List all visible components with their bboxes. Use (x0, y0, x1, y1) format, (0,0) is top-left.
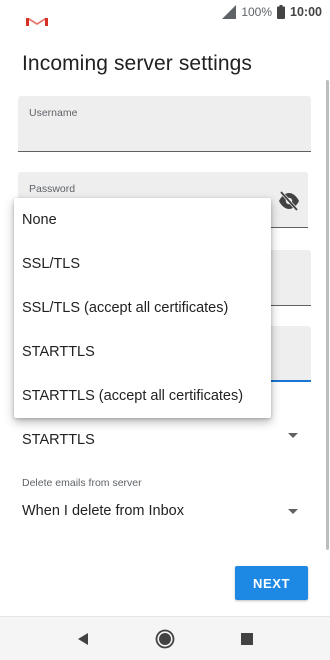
gmail-logo-icon (26, 18, 48, 26)
scrollbar[interactable] (326, 80, 329, 550)
delete-emails-value[interactable]: When I delete from Inbox (22, 503, 184, 519)
visibility-off-icon[interactable] (278, 191, 300, 211)
security-type-menu: None SSL/TLS SSL/TLS (accept all certifi… (14, 198, 271, 418)
status-time: 10:00 (290, 5, 322, 19)
menu-item-starttls-accept-all[interactable]: STARTTLS (accept all certificates) (14, 374, 271, 418)
home-button[interactable] (153, 627, 177, 651)
page-title: Incoming server settings (22, 52, 252, 75)
status-indicators: 100% 10:00 (222, 3, 322, 21)
menu-item-none[interactable]: None (14, 198, 271, 242)
battery-percent: 100% (241, 5, 273, 19)
username-label: Username (29, 107, 78, 119)
recents-icon (241, 633, 253, 645)
navigation-bar (0, 616, 330, 660)
delete-emails-label: Delete emails from server (22, 477, 142, 489)
menu-item-starttls[interactable]: STARTTLS (14, 330, 271, 374)
battery-icon (277, 5, 286, 19)
next-button[interactable]: NEXT (235, 566, 308, 600)
password-label: Password (29, 183, 76, 195)
home-icon (155, 629, 175, 649)
security-type-value[interactable]: STARTTLS (22, 432, 95, 448)
back-button[interactable] (71, 627, 95, 651)
signal-icon (222, 5, 237, 19)
username-field[interactable]: Username (18, 96, 311, 152)
security-dropdown-arrow-icon[interactable] (288, 433, 298, 438)
menu-item-ssl-tls[interactable]: SSL/TLS (14, 242, 271, 286)
back-icon (78, 633, 88, 645)
delete-dropdown-arrow-icon[interactable] (288, 509, 298, 514)
menu-item-ssl-tls-accept-all[interactable]: SSL/TLS (accept all certificates) (14, 286, 271, 330)
status-bar: 100% 10:00 (0, 0, 330, 26)
recents-button[interactable] (235, 627, 259, 651)
